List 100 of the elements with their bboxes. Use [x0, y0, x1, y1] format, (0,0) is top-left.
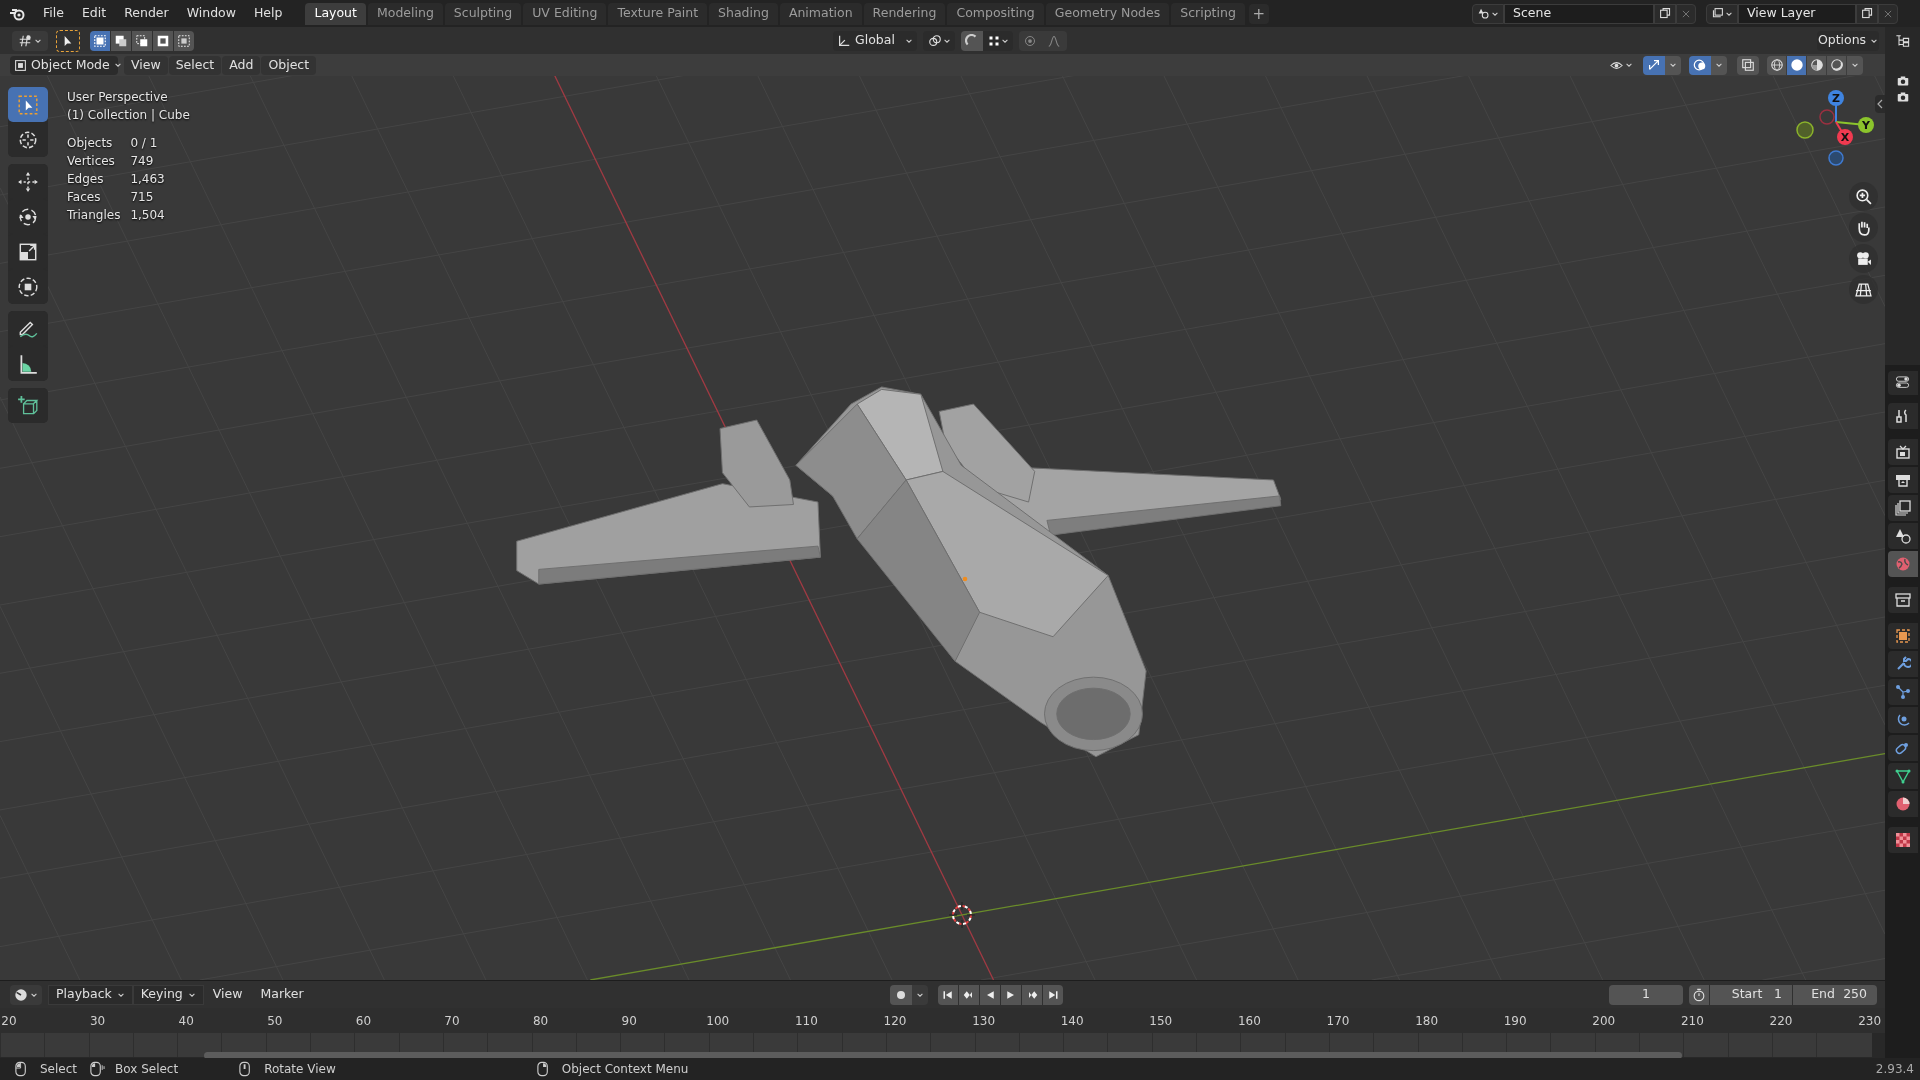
- playback-button[interactable]: [1021, 984, 1042, 1005]
- proportional-edit-button[interactable]: [1019, 30, 1041, 51]
- workspace-tab[interactable]: Compositing: [947, 2, 1044, 25]
- gizmo-toggle-button[interactable]: [1643, 55, 1665, 75]
- active-tool-button[interactable]: [56, 29, 80, 52]
- navigation-gizmo[interactable]: Z Y X: [1796, 90, 1874, 166]
- remove-scene-button[interactable]: [1676, 3, 1696, 24]
- shading-mode-button[interactable]: [1827, 55, 1846, 75]
- add-workspace-button[interactable]: +: [1248, 3, 1269, 24]
- workspace-tab[interactable]: Layout: [305, 2, 366, 25]
- menu-item[interactable]: Help: [244, 2, 292, 25]
- menu-item[interactable]: Add: [222, 55, 261, 75]
- xray-toggle-button[interactable]: [1737, 55, 1759, 75]
- end-frame-field[interactable]: End 250: [1793, 984, 1877, 1005]
- menu-item[interactable]: Render: [115, 2, 178, 25]
- transform-orientation-dropdown[interactable]: Global: [833, 30, 917, 51]
- scene-browse-button[interactable]: [1472, 3, 1504, 24]
- editor-type-button[interactable]: [12, 30, 48, 51]
- menu-item[interactable]: View: [124, 55, 168, 75]
- properties-editor-button[interactable]: [1887, 371, 1918, 395]
- mouse-icon: [89, 1061, 106, 1077]
- snap-toggle-button[interactable]: [961, 30, 983, 51]
- new-scene-button[interactable]: [1654, 3, 1676, 24]
- menu-item[interactable]: Marker: [251, 984, 313, 1005]
- jump-end-icon: [1046, 988, 1059, 1001]
- selection-mode-button[interactable]: [174, 30, 194, 51]
- pan-button[interactable]: [1849, 213, 1878, 242]
- playback-button[interactable]: [979, 984, 1000, 1005]
- view-layer-browse-button[interactable]: [1706, 3, 1738, 24]
- gizmo-dropdown[interactable]: [1665, 55, 1681, 75]
- properties-tab[interactable]: [1887, 439, 1918, 465]
- current-frame-field[interactable]: 1: [1609, 984, 1683, 1005]
- selection-mode-icon: [114, 33, 128, 48]
- overlays-toggle-button[interactable]: [1689, 55, 1711, 75]
- menu-dropdown[interactable]: Playback: [48, 984, 133, 1005]
- new-view-layer-button[interactable]: [1856, 3, 1878, 24]
- options-dropdown[interactable]: Options: [1817, 30, 1879, 51]
- selection-mode-button[interactable]: [132, 30, 152, 51]
- workspace-tab[interactable]: Shading: [709, 2, 778, 25]
- camera-view-button[interactable]: [1849, 244, 1878, 273]
- properties-tab[interactable]: [1887, 791, 1918, 817]
- overlays-dropdown[interactable]: [1711, 55, 1727, 75]
- menu-item[interactable]: Window: [177, 2, 245, 25]
- shading-mode-button[interactable]: [1767, 55, 1786, 75]
- projection-toggle-button[interactable]: [1849, 275, 1878, 304]
- start-frame-field[interactable]: Start 1: [1710, 984, 1792, 1005]
- properties-tab[interactable]: [1887, 827, 1918, 853]
- mode-dropdown[interactable]: Object Mode: [10, 55, 118, 75]
- snap-element-button[interactable]: [983, 30, 1013, 51]
- menu-item[interactable]: Object: [261, 55, 317, 75]
- shading-mode-button[interactable]: [1787, 55, 1806, 75]
- properties-tab[interactable]: [1887, 523, 1918, 549]
- menu-item[interactable]: Select: [168, 55, 222, 75]
- workspace-tab[interactable]: Scripting: [1171, 2, 1245, 25]
- pivot-point-button[interactable]: [923, 30, 955, 51]
- 3d-cursor-icon: [948, 901, 976, 929]
- properties-tab[interactable]: [1887, 467, 1918, 493]
- playback-button[interactable]: [1000, 984, 1021, 1005]
- shading-dropdown[interactable]: [1847, 55, 1863, 75]
- properties-tab[interactable]: [1887, 651, 1918, 677]
- workspace-tab[interactable]: Rendering: [863, 2, 946, 25]
- selection-mode-button[interactable]: [153, 30, 173, 51]
- tool-button[interactable]: [8, 388, 48, 423]
- caret-icon: [1625, 61, 1633, 69]
- properties-tab[interactable]: [1887, 623, 1918, 649]
- shading-mode-button[interactable]: [1807, 55, 1826, 75]
- selection-mode-button[interactable]: [90, 30, 110, 51]
- selection-mode-button[interactable]: [111, 30, 131, 51]
- properties-tab[interactable]: [1887, 763, 1918, 789]
- workspace-tab[interactable]: Texture Paint: [608, 2, 708, 25]
- view-layer-field[interactable]: View Layer: [1738, 3, 1856, 24]
- preview-range-button[interactable]: [1689, 984, 1709, 1005]
- zoom-button[interactable]: [1849, 182, 1878, 211]
- auto-keying-button[interactable]: [889, 984, 912, 1005]
- menu-item[interactable]: Edit: [72, 2, 116, 25]
- properties-tab[interactable]: [1887, 735, 1918, 761]
- frame-number: 150: [1149, 1013, 1173, 1030]
- scene-icon: [1477, 7, 1490, 20]
- workspace-tab[interactable]: Sculpting: [444, 2, 522, 25]
- remove-view-layer-button[interactable]: [1878, 3, 1898, 24]
- properties-tab[interactable]: [1887, 587, 1918, 613]
- workspace-tab[interactable]: Modeling: [367, 2, 443, 25]
- menu-item[interactable]: View: [203, 984, 252, 1005]
- editor-type-button[interactable]: [10, 984, 42, 1005]
- workspace-tab[interactable]: UV Editing: [523, 2, 607, 25]
- workspace-tab[interactable]: Animation: [779, 2, 862, 25]
- frame-number: 40: [178, 1013, 194, 1030]
- menu-item[interactable]: File: [34, 2, 73, 25]
- properties-tab[interactable]: [1887, 495, 1918, 521]
- playback-button[interactable]: [937, 984, 958, 1005]
- playback-button[interactable]: [1042, 984, 1063, 1005]
- properties-tab[interactable]: [1887, 679, 1918, 705]
- menu-dropdown[interactable]: Keying: [132, 984, 204, 1005]
- properties-tab[interactable]: [1887, 707, 1918, 733]
- falloff-button[interactable]: [1041, 30, 1067, 51]
- scene-field[interactable]: Scene: [1504, 3, 1654, 24]
- properties-tab[interactable]: [1887, 403, 1918, 429]
- sidebar-toggle-button[interactable]: [1875, 95, 1885, 113]
- playback-button[interactable]: [958, 984, 979, 1005]
- workspace-tab[interactable]: Geometry Nodes: [1045, 2, 1170, 25]
